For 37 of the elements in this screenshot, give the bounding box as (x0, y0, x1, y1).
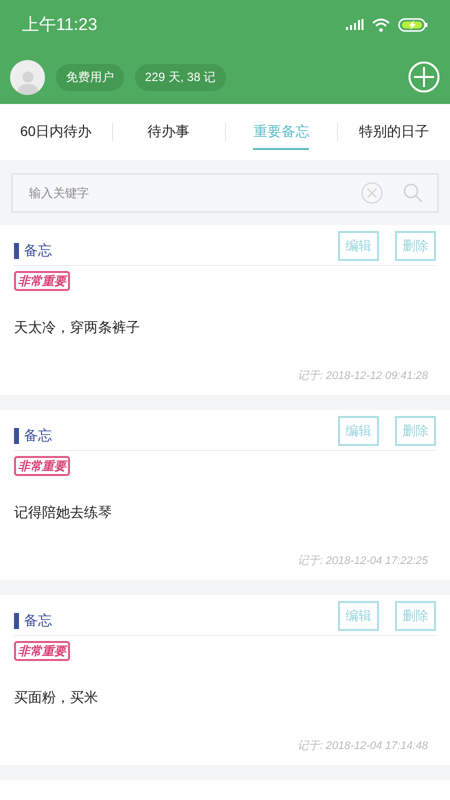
clear-icon[interactable] (361, 182, 383, 204)
delete-button[interactable]: 删除 (395, 601, 436, 631)
note-text: 记得陪她去练琴 (14, 503, 113, 522)
note-text: 买面粉，买米 (14, 688, 99, 707)
delete-button[interactable]: 删除 (395, 416, 436, 446)
note-date: 记于: 2018-12-04 17:14:48 (298, 739, 428, 754)
note-text: 天太冷，穿两条裤子 (14, 318, 141, 337)
importance-tag: 非常重要 (14, 271, 70, 291)
avatar[interactable] (10, 60, 45, 94)
add-icon[interactable] (408, 61, 440, 93)
battery-icon (398, 18, 428, 32)
tab[interactable]: 重要备忘 (253, 114, 310, 150)
note-category: 备忘 (24, 241, 52, 260)
category-marker (14, 612, 19, 628)
header-badge: 229 天, 38 记 (135, 64, 226, 90)
tab[interactable]: 60日内待办 (20, 114, 92, 150)
importance-tag: 非常重要 (14, 456, 70, 476)
status-time: 上午11:23 (22, 14, 98, 36)
tab[interactable]: 待办事 (148, 114, 190, 150)
category-marker (14, 242, 19, 258)
note-date: 记于: 2018-12-12 09:41:28 (298, 369, 428, 384)
search-icon[interactable] (403, 182, 423, 202)
search-placeholder: 输入关键字 (29, 184, 90, 202)
note-category: 备忘 (24, 611, 52, 630)
search-field[interactable]: 输入关键字 (11, 172, 439, 212)
note-date: 记于: 2018-12-04 17:22:25 (298, 554, 428, 569)
edit-button[interactable]: 编辑 (338, 231, 379, 261)
category-marker (14, 428, 19, 444)
importance-tag: 非常重要 (14, 641, 70, 661)
wifi-icon (372, 18, 390, 32)
edit-button[interactable]: 编辑 (338, 416, 379, 446)
header-badge: 免费用户 (56, 64, 124, 90)
note-category: 备忘 (24, 426, 52, 445)
edit-button[interactable]: 编辑 (338, 601, 379, 631)
delete-button[interactable]: 删除 (395, 231, 436, 261)
tab[interactable]: 特别的日子 (359, 114, 430, 150)
signal-icon (346, 19, 364, 31)
